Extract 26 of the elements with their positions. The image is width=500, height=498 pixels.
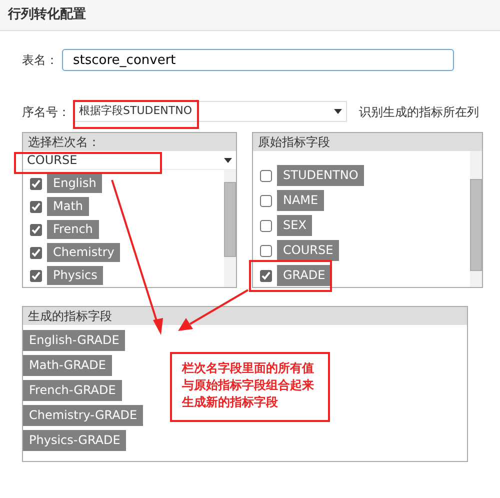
field-tag[interactable]: Chemistry-GRADE (23, 405, 144, 426)
field-tag[interactable]: Math (47, 197, 90, 216)
panel-header: 选择栏次名： (23, 133, 236, 151)
column-select[interactable]: COURSE (23, 151, 236, 170)
field-tag[interactable]: French-GRADE (23, 380, 122, 401)
field-label: 序名号： (22, 104, 70, 120)
annotation-note: 栏次名字段里面的所有值与原始指标字段组合起来生成新的指标字段 (170, 352, 330, 422)
dialog-title: 行列转化配置 (0, 0, 500, 31)
field-tag[interactable]: English (47, 174, 102, 193)
field-tag[interactable]: English-GRADE (23, 330, 126, 351)
panel-header: 生成的指标字段 (23, 307, 467, 325)
panel-header: 原始指标字段 (253, 133, 482, 151)
field-tag[interactable]: Physics-GRADE (23, 430, 126, 451)
field-tag[interactable]: STUDENTNO (277, 165, 364, 186)
field-tag[interactable]: COURSE (277, 240, 340, 261)
field-tag[interactable]: Math-GRADE (23, 355, 112, 376)
field-tag[interactable]: Chemistry (47, 243, 120, 262)
field-tag[interactable]: SEX (277, 215, 312, 236)
hint-text: 识别生成的指标所在列 (359, 104, 479, 120)
sequence-select[interactable]: 根据字段STUDENTNO (74, 101, 347, 122)
field-tag[interactable]: NAME (277, 190, 324, 211)
field-tag[interactable]: French (47, 220, 99, 239)
field-tag[interactable]: GRADE (277, 265, 332, 286)
field-label: 表名： (22, 52, 58, 69)
table-name-field[interactable]: stscore_convert (62, 49, 454, 71)
field-tag[interactable]: Physics (47, 266, 104, 285)
